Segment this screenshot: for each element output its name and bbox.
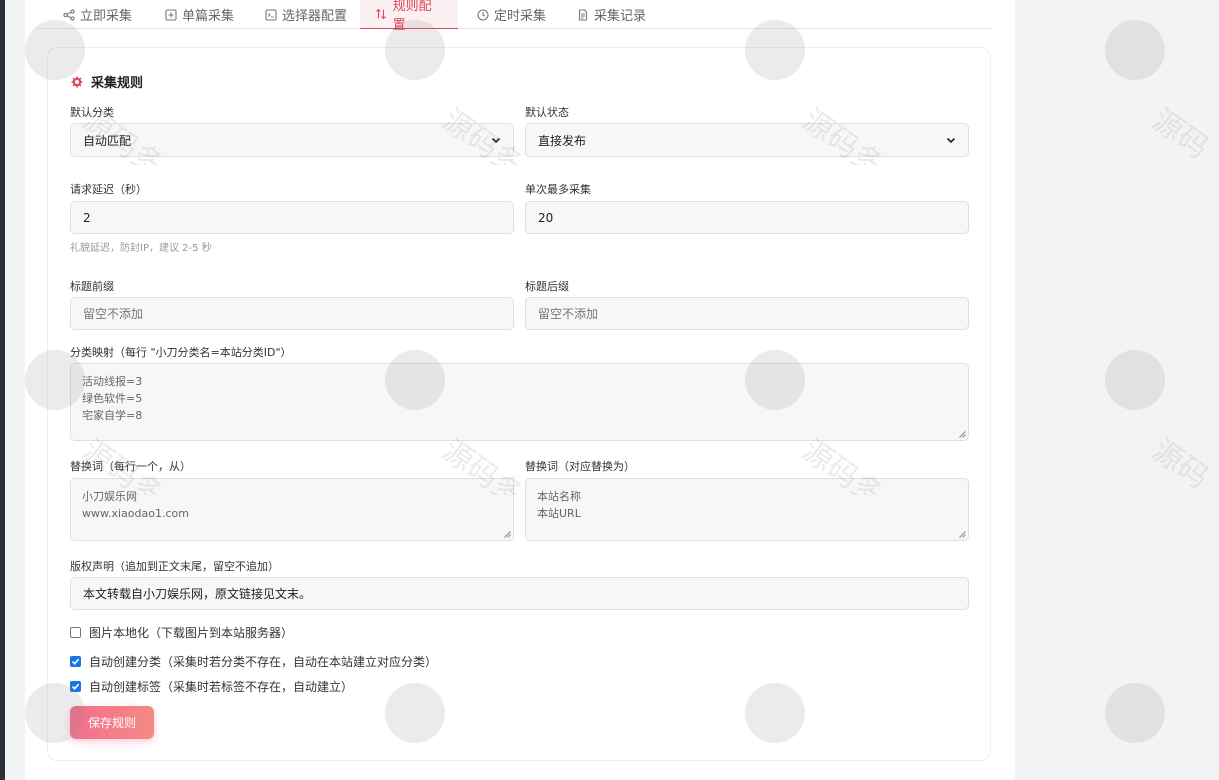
textarea-line: www.xiaodao1.com	[82, 507, 189, 520]
auto-tags-option[interactable]: 自动创建标签（采集时若标签不存在，自动建立）	[70, 678, 353, 695]
plus-square-icon	[164, 8, 177, 21]
replace-from-textarea[interactable]: 小刀娱乐网 www.xiaodao1.com	[70, 478, 514, 541]
tab-label: 规则配置	[392, 0, 432, 33]
chevron-down-icon	[946, 135, 956, 145]
share-icon	[62, 8, 75, 21]
resize-grip-icon[interactable]	[504, 531, 511, 538]
resize-grip-icon[interactable]	[959, 431, 966, 438]
tab-instant-collect[interactable]: 立即采集	[62, 0, 132, 29]
category-mapping-textarea[interactable]: 活动线报=3 绿色软件=5 宅家自学=8	[70, 363, 969, 441]
tab-label: 定时采集	[494, 9, 547, 24]
check-icon	[71, 658, 80, 665]
tab-label: 采集记录	[594, 9, 647, 24]
title-prefix-placeholder: 留空不添加	[83, 307, 144, 321]
localize-images-checkbox[interactable]	[70, 627, 81, 638]
tab-scheduled-collect[interactable]: 定时采集	[476, 0, 546, 29]
card-title-text: 采集规则	[91, 76, 144, 91]
tab-bar: 立即采集 单篇采集 选择器配置 规则配置 定时采集 采集记录	[37, 0, 991, 33]
title-suffix-placeholder: 留空不添加	[538, 307, 599, 321]
default-status-select[interactable]: 直接发布	[525, 123, 969, 157]
title-suffix-input[interactable]: 留空不添加	[525, 297, 969, 330]
default-category-label: 默认分类	[70, 106, 114, 119]
replace-from-label: 替换词（每行一个，从）	[70, 460, 191, 473]
localize-images-option[interactable]: 图片本地化（下载图片到本站服务器）	[70, 624, 293, 641]
gear-icon	[71, 76, 83, 88]
auto-tags-label: 自动创建标签（采集时若标签不存在，自动建立）	[89, 680, 354, 694]
request-delay-hint: 礼貌延迟，防封IP，建议 2-5 秒	[70, 243, 212, 254]
auto-category-checkbox[interactable]	[70, 656, 81, 667]
card-title: 采集规则	[71, 72, 143, 91]
request-delay-input[interactable]: 2	[70, 201, 514, 234]
textarea-line: 活动线报=3	[82, 375, 143, 388]
copyright-input[interactable]: 本文转载自小刀娱乐网，原文链接见文末。	[70, 577, 969, 610]
textarea-line: 本站URL	[537, 507, 581, 520]
tab-single-collect[interactable]: 单篇采集	[164, 0, 234, 29]
replace-to-textarea[interactable]: 本站名称 本站URL	[525, 478, 969, 541]
title-prefix-input[interactable]: 留空不添加	[70, 297, 514, 330]
textarea-line: 本站名称	[537, 490, 581, 503]
auto-tags-checkbox[interactable]	[70, 681, 81, 692]
copyright-label: 版权声明（追加到正文末尾，留空不追加）	[70, 560, 279, 573]
document-icon	[576, 8, 589, 21]
default-status-value: 直接发布	[538, 133, 587, 148]
default-status-label: 默认状态	[525, 106, 569, 119]
auto-category-label: 自动创建分类（采集时若分类不存在，自动在本站建立对应分类）	[89, 655, 438, 669]
sort-arrows-icon	[375, 8, 388, 21]
check-icon	[71, 683, 80, 690]
textarea-line: 绿色软件=5	[82, 392, 143, 405]
tab-label: 选择器配置	[282, 9, 348, 24]
title-prefix-label: 标题前缀	[70, 280, 114, 293]
code-icon	[264, 8, 277, 21]
title-suffix-label: 标题后缀	[525, 280, 569, 293]
right-blank-pane	[1015, 0, 1219, 780]
max-per-run-value: 20	[538, 210, 554, 225]
category-mapping-label: 分类映射（每行 "小刀分类名=本站分类ID"）	[70, 346, 292, 359]
tab-rule-config[interactable]: 规则配置	[360, 0, 458, 33]
request-delay-value: 2	[83, 210, 91, 225]
replace-to-label: 替换词（对应替换为）	[525, 460, 635, 473]
resize-grip-icon[interactable]	[959, 531, 966, 538]
clock-icon	[476, 8, 489, 21]
default-category-select[interactable]: 自动匹配	[70, 123, 514, 157]
tab-label: 单篇采集	[182, 9, 235, 24]
max-per-run-input[interactable]: 20	[525, 201, 969, 234]
max-per-run-label: 单次最多采集	[525, 183, 591, 196]
tab-selector-config[interactable]: 选择器配置	[264, 0, 347, 29]
tab-collect-records[interactable]: 采集记录	[576, 0, 646, 29]
copyright-value: 本文转载自小刀娱乐网，原文链接见文末。	[83, 587, 312, 601]
textarea-line: 小刀娱乐网	[82, 490, 137, 503]
chevron-down-icon	[491, 135, 501, 145]
left-window-edge	[0, 0, 5, 780]
default-category-value: 自动匹配	[83, 133, 132, 148]
textarea-line: 宅家自学=8	[82, 409, 143, 422]
save-rules-button[interactable]: 保存规则	[70, 706, 154, 739]
auto-category-option[interactable]: 自动创建分类（采集时若分类不存在，自动在本站建立对应分类）	[70, 653, 437, 670]
request-delay-label: 请求延迟（秒）	[70, 183, 147, 196]
localize-images-label: 图片本地化（下载图片到本站服务器）	[89, 626, 294, 640]
tab-label: 立即采集	[80, 9, 133, 24]
